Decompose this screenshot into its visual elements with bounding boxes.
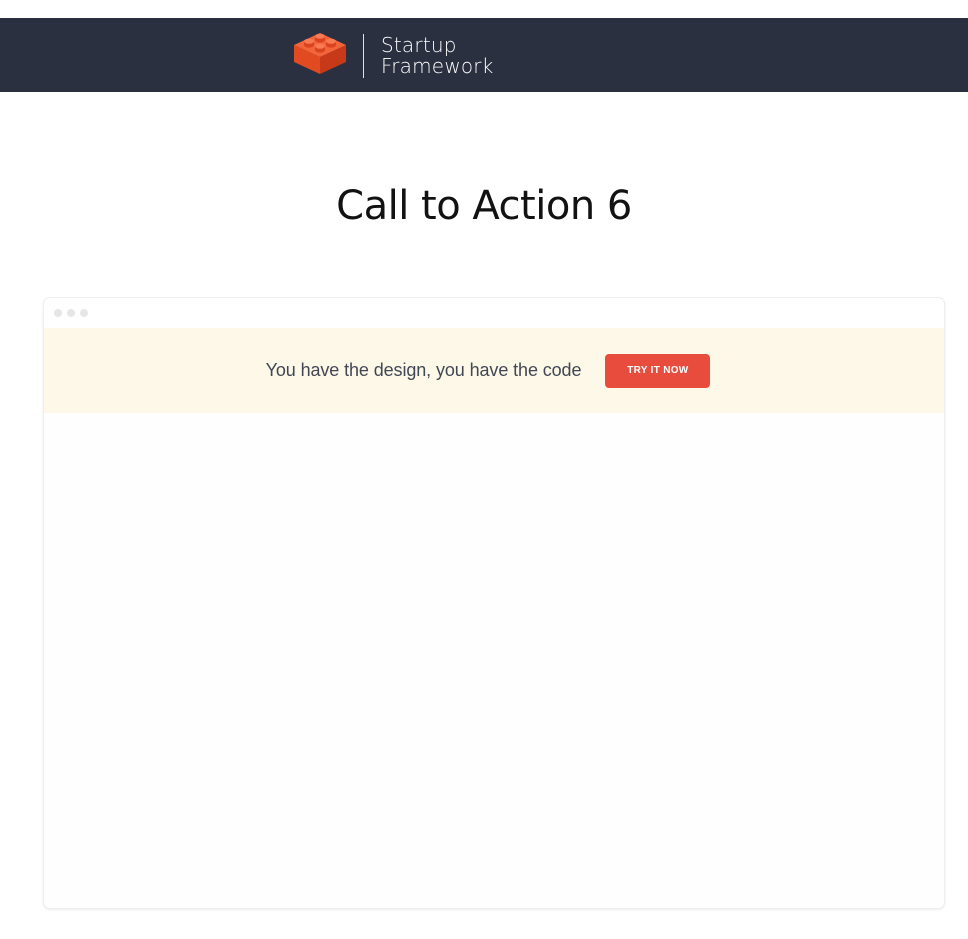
window-controls bbox=[54, 309, 88, 317]
brand-name-line2: Framework bbox=[381, 54, 494, 78]
browser-toolbar bbox=[44, 298, 944, 328]
window-control-dot bbox=[67, 309, 75, 317]
brand-link[interactable]: Startup Framework bbox=[292, 32, 494, 80]
brand-name-line1: Startup bbox=[381, 33, 457, 57]
browser-preview-frame: You have the design, you have the code T… bbox=[44, 298, 944, 908]
lego-brick-icon bbox=[294, 33, 346, 74]
cta-banner: You have the design, you have the code T… bbox=[44, 328, 944, 413]
cta-text: You have the design, you have the code bbox=[265, 360, 582, 380]
try-it-now-button[interactable]: TRY IT NOW bbox=[605, 353, 711, 388]
page: Startup Framework Call to Action 6 You h… bbox=[0, 0, 968, 939]
page-title: Call to Action 6 bbox=[336, 183, 632, 229]
window-control-dot bbox=[54, 309, 62, 317]
site-header: Startup Framework bbox=[0, 18, 968, 92]
brand-divider bbox=[363, 34, 364, 78]
window-control-dot bbox=[80, 309, 88, 317]
brand-name: Startup Framework bbox=[381, 35, 494, 77]
